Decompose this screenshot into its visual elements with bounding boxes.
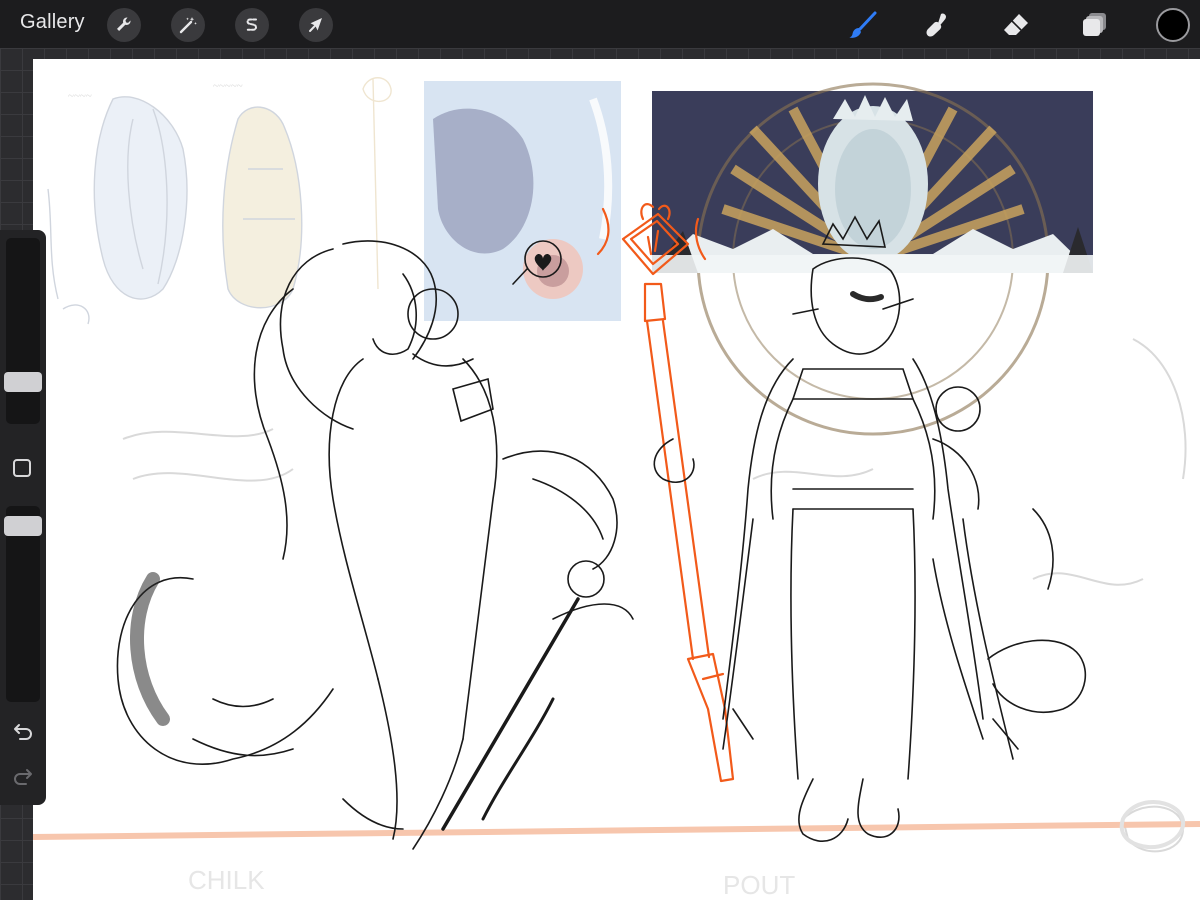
procreate-app: Gallery ~~~~ ~~~~~ CHILK POUT	[0, 0, 1200, 900]
wrench-icon	[114, 15, 134, 35]
smudge-icon	[923, 10, 953, 40]
left-sidebar	[0, 230, 46, 805]
selection-s-icon	[242, 15, 262, 35]
magic-wand-icon	[178, 15, 198, 35]
redo-icon[interactable]	[11, 765, 35, 789]
reference-image-throne	[652, 82, 1093, 436]
eraser-icon	[1001, 10, 1031, 40]
undo-icon[interactable]	[11, 720, 35, 744]
layers-icon	[1080, 10, 1110, 40]
color-picker-button[interactable]	[1156, 8, 1190, 42]
sketch-right-figure	[653, 215, 1087, 843]
reference-image-painting	[424, 81, 621, 321]
background-scribbles: CHILK POUT	[122, 338, 1187, 900]
opacity-thumb[interactable]	[4, 516, 42, 536]
svg-text:~~~~: ~~~~	[68, 90, 92, 102]
svg-text:POUT: POUT	[723, 870, 795, 900]
brush-button[interactable]	[846, 8, 880, 42]
brush-size-thumb[interactable]	[4, 372, 42, 392]
reference-sketches: ~~~~ ~~~~~	[47, 77, 392, 325]
brush-size-slider[interactable]	[4, 238, 42, 424]
transform-button[interactable]	[299, 8, 333, 42]
svg-text:CHILK: CHILK	[188, 865, 265, 895]
eraser-button[interactable]	[999, 8, 1033, 42]
adjustments-button[interactable]	[171, 8, 205, 42]
sketch-left-figure	[116, 240, 634, 850]
selection-button[interactable]	[235, 8, 269, 42]
top-toolbar: Gallery	[0, 0, 1200, 48]
svg-text:~~~~~: ~~~~~	[213, 80, 243, 92]
smudge-button[interactable]	[921, 8, 955, 42]
gallery-button[interactable]: Gallery	[20, 11, 85, 34]
layers-button[interactable]	[1078, 8, 1112, 42]
arrow-cursor-icon	[306, 15, 326, 35]
actions-button[interactable]	[107, 8, 141, 42]
ground-line	[33, 821, 1200, 840]
modify-square-button[interactable]	[13, 459, 31, 477]
brush-icon	[848, 10, 878, 40]
drawing-canvas[interactable]: ~~~~ ~~~~~ CHILK POUT	[33, 59, 1200, 900]
opacity-slider[interactable]	[4, 506, 42, 702]
artwork: ~~~~ ~~~~~ CHILK POUT	[33, 77, 1200, 900]
